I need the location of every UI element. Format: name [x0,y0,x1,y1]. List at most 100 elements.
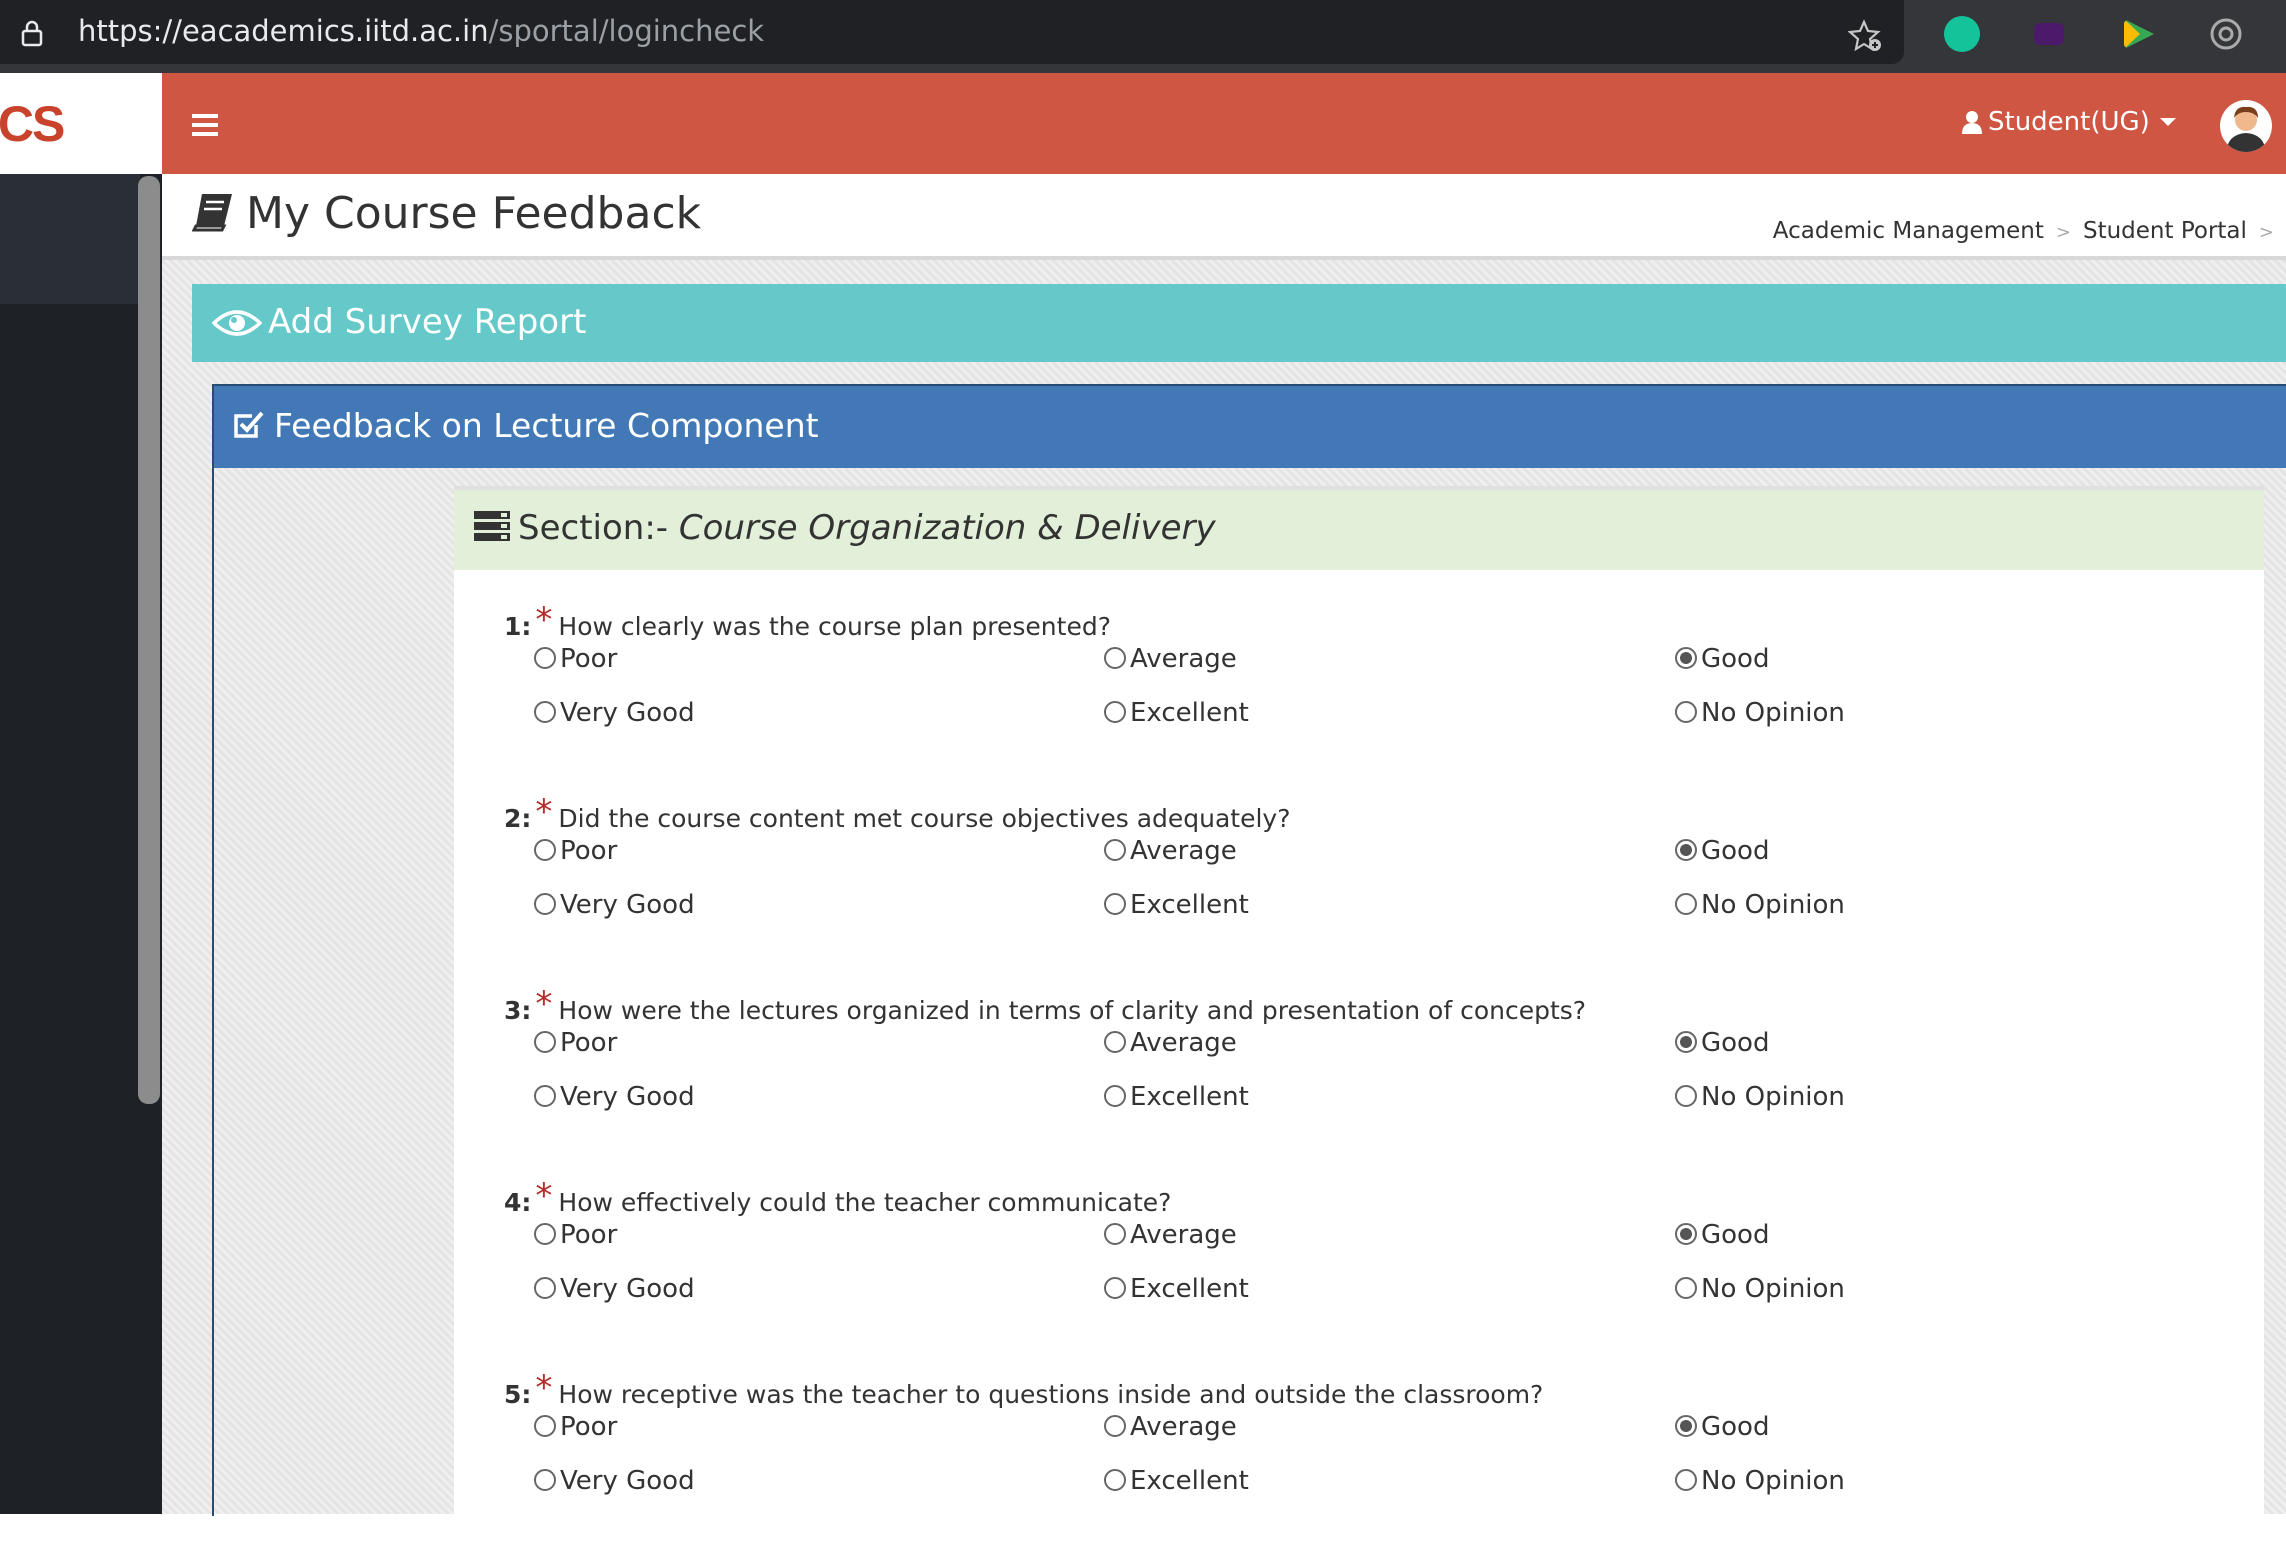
radio-button[interactable] [534,1277,556,1299]
url-path: /sportal/logincheck [488,14,765,48]
radio-button[interactable] [534,1085,556,1107]
address-bar[interactable]: https://eacademics.iitd.ac.in/sportal/lo… [0,0,1904,64]
radio-button[interactable] [1675,1223,1697,1245]
option-label: Poor [560,1220,618,1250]
option-no-opinion[interactable]: No Opinion [1675,1466,1845,1496]
page-title: My Course Feedback [192,188,701,239]
logo-area[interactable]: ICS [0,73,162,174]
option-label: Poor [560,1412,618,1442]
radio-button[interactable] [1675,1469,1697,1491]
role-dropdown[interactable]: Student(UG) [1962,107,2176,137]
radio-button[interactable] [534,1469,556,1491]
radio-button[interactable] [1104,1031,1126,1053]
option-average[interactable]: Average [1104,836,1237,866]
option-label: Average [1130,1220,1237,1250]
option-average[interactable]: Average [1104,1028,1237,1058]
settings-extension-icon[interactable] [2208,16,2244,52]
radio-button[interactable] [1675,893,1697,915]
section-name: Course Organization & Delivery [678,508,1216,548]
radio-button[interactable] [1675,701,1697,723]
panel-title: Feedback on Lecture Component [232,406,819,445]
option-label: Poor [560,644,618,674]
radio-button[interactable] [1104,1277,1126,1299]
radio-button[interactable] [1104,701,1126,723]
option-good[interactable]: Good [1675,1412,1769,1442]
avatar[interactable] [2220,100,2272,152]
required-asterisk: * [535,1176,553,1216]
option-poor[interactable]: Poor [534,644,617,674]
user-icon [1962,111,1982,134]
sidebar-scrollbar[interactable] [138,176,160,1104]
radio-button[interactable] [1675,1031,1697,1053]
grammarly-extension-icon[interactable] [1944,16,1980,52]
option-poor[interactable]: Poor [534,1220,617,1250]
option-excellent[interactable]: Excellent [1104,890,1249,920]
option-excellent[interactable]: Excellent [1104,1274,1249,1304]
radio-button[interactable] [534,839,556,861]
bookmark-star-icon[interactable] [1848,18,1884,54]
breadcrumb-separator: > [2055,222,2071,243]
option-very-good[interactable]: Very Good [534,890,695,920]
breadcrumb-student-portal[interactable]: Student Portal [2083,218,2247,244]
role-label: Student(UG) [1988,107,2150,137]
option-excellent[interactable]: Excellent [1104,698,1249,728]
radio-button[interactable] [534,893,556,915]
option-poor[interactable]: Poor [534,1028,617,1058]
play-extension-icon[interactable] [2120,16,2156,52]
section-prefix: Section:- [518,508,669,548]
option-label: No Opinion [1701,890,1845,920]
purple-extension-icon[interactable] [2034,23,2064,45]
option-good[interactable]: Good [1675,644,1769,674]
radio-button[interactable] [1675,1277,1697,1299]
option-excellent[interactable]: Excellent [1104,1466,1249,1496]
option-excellent[interactable]: Excellent [1104,1082,1249,1112]
menu-toggle-icon[interactable] [192,114,218,136]
question-1: 1: * How clearly was the course plan prese… [454,600,2264,790]
option-very-good[interactable]: Very Good [534,1466,695,1496]
radio-button[interactable] [534,1223,556,1245]
panel-header: Feedback on Lecture Component [214,386,2286,468]
breadcrumb-academic-management[interactable]: Academic Management [1773,218,2044,244]
option-very-good[interactable]: Very Good [534,698,695,728]
option-good[interactable]: Good [1675,1220,1769,1250]
option-good[interactable]: Good [1675,1028,1769,1058]
option-good[interactable]: Good [1675,836,1769,866]
chevron-down-icon [2159,118,2176,126]
main-content: My Course Feedback Academic Management > S… [162,174,2286,1520]
radio-button[interactable] [1675,1085,1697,1107]
option-average[interactable]: Average [1104,1220,1237,1250]
radio-button[interactable] [1675,839,1697,861]
radio-button[interactable] [1104,839,1126,861]
radio-button[interactable] [1104,1469,1126,1491]
option-very-good[interactable]: Very Good [534,1082,695,1112]
option-poor[interactable]: Poor [534,1412,617,1442]
option-no-opinion[interactable]: No Opinion [1675,1082,1845,1112]
radio-button[interactable] [1104,893,1126,915]
sidebar-active-item[interactable] [0,174,140,304]
radio-button[interactable] [1675,1415,1697,1437]
radio-button[interactable] [1104,1085,1126,1107]
question-label: How effectively could the teacher commun… [558,1188,1172,1217]
radio-button[interactable] [1104,1223,1126,1245]
radio-button[interactable] [1675,647,1697,669]
radio-button[interactable] [1104,1415,1126,1437]
option-no-opinion[interactable]: No Opinion [1675,890,1845,920]
question-text: 2: * Did the course content met course obj… [504,792,1291,833]
radio-button[interactable] [534,647,556,669]
option-no-opinion[interactable]: No Opinion [1675,1274,1845,1304]
sidebar [0,174,162,1514]
option-label: Very Good [560,698,695,728]
option-label: Average [1130,644,1237,674]
option-label: Excellent [1130,890,1249,920]
option-average[interactable]: Average [1104,644,1237,674]
top-navbar: Student(UG) [162,73,2286,174]
option-average[interactable]: Average [1104,1412,1237,1442]
radio-button[interactable] [534,701,556,723]
radio-button[interactable] [534,1031,556,1053]
option-no-opinion[interactable]: No Opinion [1675,698,1845,728]
option-poor[interactable]: Poor [534,836,617,866]
radio-button[interactable] [534,1415,556,1437]
radio-button[interactable] [1104,647,1126,669]
question-2: 2: * Did the course content met course obj… [454,792,2264,982]
option-very-good[interactable]: Very Good [534,1274,695,1304]
